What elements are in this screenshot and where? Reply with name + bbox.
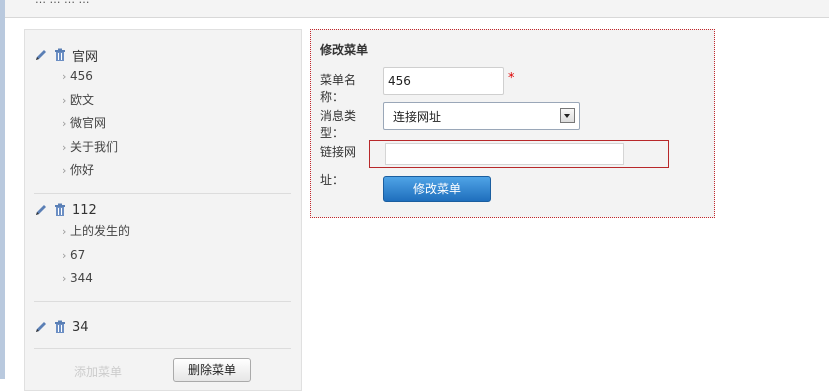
- type-label-line-1: 消息类: [320, 109, 357, 123]
- top-info-bar: … … … …: [5, 0, 829, 18]
- url-label-line-1: 链接网: [320, 145, 357, 159]
- name-label: 菜单名 称：: [320, 72, 376, 106]
- menu-group-header: 官网: [34, 45, 292, 65]
- chevron-down-icon[interactable]: [560, 108, 575, 123]
- submenu-item[interactable]: 你好: [34, 159, 292, 183]
- message-type-select[interactable]: 连接网址: [383, 102, 580, 130]
- form-title: 修改菜单: [320, 43, 369, 57]
- delete-menu-button[interactable]: 删除菜单: [173, 358, 251, 382]
- group-divider: [34, 348, 291, 349]
- group-divider: [34, 301, 291, 302]
- url-label-line-2: 址：: [320, 173, 345, 187]
- menu-group-1: 官网 456 欧文 微官网 关于我们 你好: [34, 45, 292, 183]
- menu-actions: 添加菜单 删除菜单: [34, 358, 292, 388]
- trash-icon[interactable]: [52, 202, 68, 218]
- url-label: 链接网 址：: [320, 144, 376, 189]
- edit-menu-form: 修改菜单 菜单名 称： 456 * 消息类 型： 连接网址 链接网 址： 修改菜…: [310, 29, 715, 218]
- message-type-value: 连接网址: [393, 110, 442, 124]
- submenu-item[interactable]: 关于我们: [34, 136, 292, 160]
- url-input-error-frame: [369, 140, 669, 168]
- top-info-text: … … … …: [35, 0, 90, 5]
- menu-group-header: 112: [34, 200, 292, 220]
- menu-group-header: 34: [34, 317, 292, 337]
- submenu-item[interactable]: 欧文: [34, 89, 292, 113]
- add-menu-button[interactable]: 添加菜单: [74, 363, 122, 380]
- required-mark: *: [508, 71, 515, 86]
- name-label-line-1: 菜单名: [320, 73, 357, 87]
- trash-icon[interactable]: [52, 47, 68, 63]
- url-input[interactable]: [385, 143, 624, 165]
- pencil-icon[interactable]: [34, 319, 48, 335]
- name-label-line-2: 称：: [320, 90, 345, 104]
- menu-tree-panel: 官网 456 欧文 微官网 关于我们 你好 112 上的发生的 67 344: [24, 29, 302, 391]
- menu-group-name[interactable]: 112: [72, 203, 97, 218]
- menu-group-3: 34: [34, 317, 292, 337]
- pencil-icon[interactable]: [34, 202, 48, 218]
- type-label: 消息类 型：: [320, 108, 376, 142]
- update-menu-button[interactable]: 修改菜单: [383, 176, 491, 202]
- trash-icon[interactable]: [52, 319, 68, 335]
- type-label-line-2: 型：: [320, 126, 345, 140]
- submenu-item[interactable]: 456: [34, 65, 292, 89]
- menu-group-2: 112 上的发生的 67 344: [34, 200, 292, 291]
- pencil-icon[interactable]: [34, 47, 48, 63]
- menu-group-name[interactable]: 34: [72, 320, 89, 335]
- submenu-item[interactable]: 微官网: [34, 112, 292, 136]
- left-rail: [0, 0, 5, 379]
- group-divider: [34, 193, 291, 194]
- submenu-item[interactable]: 上的发生的: [34, 220, 292, 244]
- menu-name-input[interactable]: 456: [383, 67, 504, 95]
- submenu-item[interactable]: 67: [34, 244, 292, 268]
- menu-group-name[interactable]: 官网: [72, 46, 98, 65]
- submenu-item[interactable]: 344: [34, 267, 292, 291]
